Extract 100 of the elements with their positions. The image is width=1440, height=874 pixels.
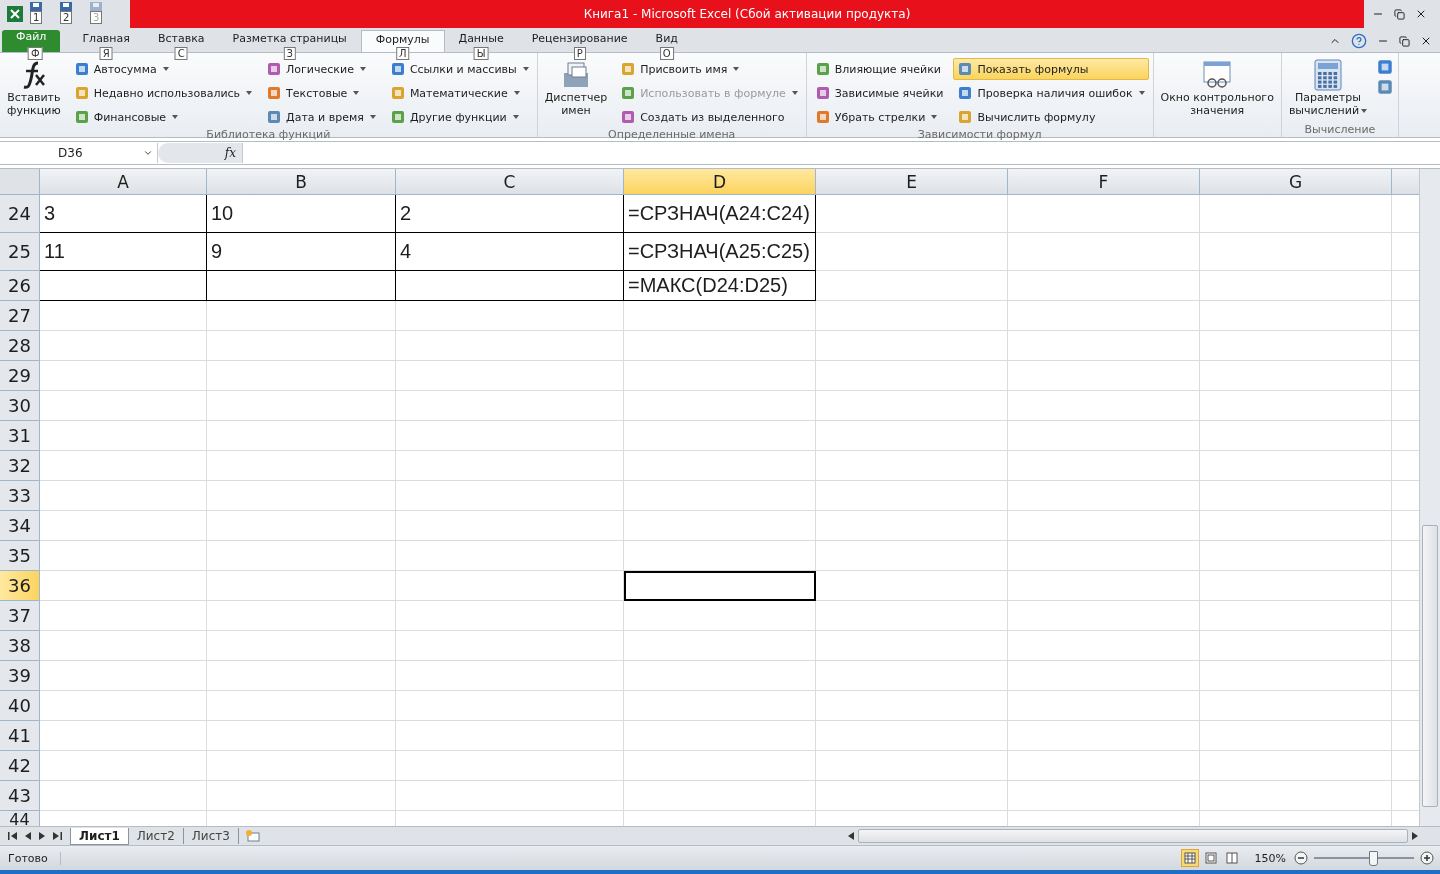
zoom-slider[interactable] (1369, 851, 1378, 866)
keytip: З (283, 47, 296, 60)
caret-icon (791, 91, 798, 95)
tile-icon (957, 85, 974, 101)
sheet-tab[interactable]: Лист1 (70, 827, 129, 845)
tile-icon (1376, 58, 1395, 76)
close-icon[interactable] (1420, 35, 1432, 47)
scroll-right-icon[interactable] (1412, 832, 1418, 840)
row-header[interactable]: 31 (0, 421, 40, 451)
status-text: Готово (0, 851, 61, 865)
zoom-in-icon[interactable] (1420, 851, 1434, 865)
row-header[interactable]: 37 (0, 601, 40, 631)
ribbon-button[interactable]: Вычислить формулу (953, 106, 1149, 128)
column-header[interactable]: A (40, 169, 207, 195)
keytip: 3 (90, 11, 103, 24)
table-cell: 10 (207, 195, 396, 233)
restore-icon[interactable] (1394, 8, 1405, 20)
ribbon-button[interactable]: Логические (262, 58, 380, 80)
row-header[interactable]: 29 (0, 361, 40, 391)
tile-icon (266, 61, 283, 77)
column-header[interactable]: C (396, 169, 624, 195)
row-header[interactable]: 43 (0, 781, 40, 811)
ribbon-button[interactable]: Показать формулы (953, 58, 1149, 80)
tile-icon (73, 109, 90, 125)
row-header[interactable]: 34 (0, 511, 40, 541)
ribbon-button[interactable]: Влияющие ячейки (810, 58, 948, 80)
column-header[interactable]: D (624, 169, 816, 195)
row-header[interactable]: 25 (0, 233, 40, 271)
keytip: Ф (27, 47, 43, 60)
restore-icon[interactable] (1399, 35, 1410, 47)
ribbon-button[interactable]: Недавно использовались (69, 82, 257, 104)
sheet-tab[interactable]: Лист3 (183, 828, 239, 844)
name-box[interactable]: D36 (0, 143, 158, 163)
tile-icon (73, 61, 90, 77)
first-sheet-icon[interactable] (8, 832, 17, 840)
ribbon-button[interactable]: Другие функции (385, 106, 533, 128)
row-header[interactable]: 42 (0, 751, 40, 781)
row-header[interactable]: 40 (0, 691, 40, 721)
keytip: Р (573, 47, 586, 60)
tile-icon (1376, 78, 1395, 96)
view-button[interactable] (1180, 849, 1199, 867)
table-cell: 2 (396, 195, 624, 233)
row-header[interactable]: 36 (0, 571, 40, 601)
insert-function-button[interactable]: fx (224, 146, 236, 160)
calculator-icon (1312, 59, 1343, 91)
horizontal-scrollbar[interactable] (858, 829, 1408, 843)
tile-icon (266, 85, 283, 101)
ribbon-button[interactable]: Убрать стрелки (810, 106, 948, 128)
ribbon-button[interactable]: Автосумма (69, 58, 257, 80)
column-header[interactable]: G (1200, 169, 1392, 195)
column-header[interactable]: E (816, 169, 1008, 195)
column-header[interactable]: F (1008, 169, 1200, 195)
row-header[interactable]: 44 (0, 811, 40, 826)
caret-icon (162, 67, 169, 71)
caret-icon (1361, 108, 1368, 113)
tile-icon (266, 109, 283, 125)
caret-icon (931, 115, 938, 119)
last-sheet-icon[interactable] (53, 832, 62, 840)
zoom-out-icon[interactable] (1294, 851, 1308, 865)
ribbon-button[interactable]: Ссылки и массивы (385, 58, 533, 80)
excel-logo-icon[interactable] (6, 5, 24, 23)
ribbon-button[interactable]: Присвоить имя (616, 58, 802, 80)
ribbon-button[interactable]: Создать из выделенного (616, 106, 802, 128)
group-title: Вычисление (1303, 123, 1377, 137)
ribbon-button[interactable]: Параметры вычислений (1285, 55, 1371, 123)
row-header[interactable]: 41 (0, 721, 40, 751)
ribbon-button[interactable]: Зависимые ячейки (810, 82, 948, 104)
row-header[interactable]: 27 (0, 301, 40, 331)
ribbon-button[interactable]: Математические (385, 82, 533, 104)
caret-icon (353, 91, 360, 95)
caret-icon (246, 91, 253, 95)
table-cell: =СРЗНАЧ(A25:C25) (624, 233, 816, 271)
row-header[interactable]: 35 (0, 541, 40, 571)
tile-icon (620, 61, 637, 77)
vertical-scrollbar[interactable] (1419, 169, 1440, 826)
help-icon[interactable] (1351, 33, 1367, 49)
scroll-left-icon[interactable] (848, 832, 854, 840)
row-header[interactable]: 24 (0, 195, 40, 233)
next-sheet-icon[interactable] (39, 832, 45, 840)
row-header[interactable]: 39 (0, 661, 40, 691)
row-header[interactable]: 26 (0, 271, 40, 301)
sheet-tab[interactable]: Лист2 (128, 828, 184, 844)
table-cell: =СРЗНАЧ(A24:C24) (624, 195, 816, 233)
keytip: С (174, 47, 188, 60)
ribbon-button[interactable]: Финансовые (69, 106, 257, 128)
previous-sheet-icon[interactable] (25, 832, 31, 840)
ribbon-button[interactable]: Дата и время (262, 106, 380, 128)
close-icon[interactable] (1415, 8, 1427, 20)
row-header[interactable]: 28 (0, 331, 40, 361)
row-header[interactable]: 30 (0, 391, 40, 421)
ribbon-button[interactable]: Проверка наличия ошибок (953, 82, 1149, 104)
table-cell: 4 (396, 233, 624, 271)
row-header[interactable]: 33 (0, 481, 40, 511)
ribbon-button[interactable]: Окно контрольного значения (1157, 55, 1277, 123)
row-header[interactable]: 38 (0, 631, 40, 661)
row-header[interactable]: 32 (0, 451, 40, 481)
column-header[interactable]: B (207, 169, 396, 195)
tile-icon (620, 109, 637, 125)
ribbon-button[interactable]: Текстовые (262, 82, 380, 104)
zoom-level-text[interactable]: 150% (1240, 851, 1294, 865)
